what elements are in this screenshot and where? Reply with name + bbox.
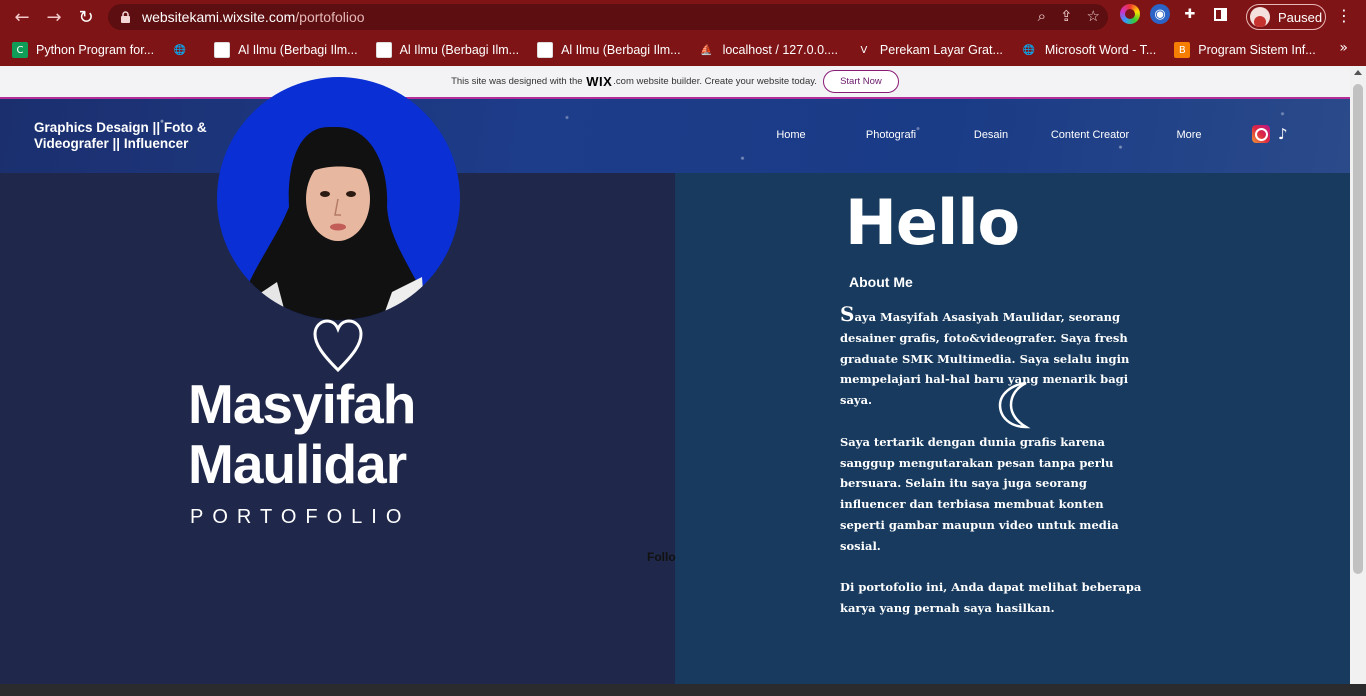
url-host: websitekami.wixsite.com bbox=[142, 9, 296, 25]
hello-heading: Hello bbox=[845, 186, 1020, 259]
bookmark-item[interactable]: 🌐 bbox=[172, 42, 196, 58]
wix-banner: This site was designed with the WIX .com… bbox=[0, 66, 1350, 99]
bookmark-label: Al Ilmu (Berbagi Ilm... bbox=[238, 43, 358, 57]
bookmarks-bar: C Python Program for... 🌐 Al Ilmu (Berbagi … bbox=[0, 34, 1366, 66]
lock-icon[interactable] bbox=[120, 10, 134, 24]
zoom-icon[interactable]: ⌕ bbox=[1038, 7, 1046, 25]
heart-icon bbox=[312, 318, 364, 379]
bio-text-1: aya Masyifah Asasiyah Maulidar, seorang … bbox=[840, 310, 1130, 408]
python-icon: C bbox=[12, 42, 28, 58]
bookmark-item[interactable]: ⛵ localhost / 127.0.0.... bbox=[699, 42, 838, 58]
drop-cap: S bbox=[840, 302, 855, 326]
bookmark-item[interactable]: V Perekam Layar Grat... bbox=[856, 42, 1003, 58]
url-text[interactable]: websitekami.wixsite.com/portofolioo bbox=[142, 9, 365, 25]
crescent-moon-icon bbox=[996, 379, 1032, 436]
bookmark-label: Perekam Layar Grat... bbox=[879, 43, 1003, 57]
social-links: ♪ bbox=[1252, 125, 1288, 143]
menu-kebab-icon[interactable]: ⋮ bbox=[1336, 6, 1352, 25]
page-icon bbox=[214, 42, 231, 58]
nav-photografi[interactable]: Photografi bbox=[822, 129, 960, 141]
bio-paragraph-1: Saya Masyifah Asasiyah Maulidar, seorang… bbox=[840, 304, 1145, 411]
nav-home[interactable]: Home bbox=[760, 129, 822, 141]
about-text: Saya Masyifah Asasiyah Maulidar, seorang… bbox=[840, 304, 1145, 640]
bookmark-item[interactable]: C Python Program for... bbox=[12, 42, 154, 58]
follow-text: Follo bbox=[647, 550, 676, 564]
scroll-thumb[interactable] bbox=[1353, 84, 1363, 574]
profile-button[interactable]: Paused bbox=[1246, 4, 1326, 30]
vpn-extension-icon[interactable]: ◉ bbox=[1150, 4, 1170, 24]
bookmark-label: localhost / 127.0.0.... bbox=[722, 43, 838, 57]
avatar bbox=[1250, 7, 1270, 27]
profile-status: Paused bbox=[1278, 9, 1323, 25]
page-icon bbox=[375, 42, 392, 58]
bookmark-label: Al Ilmu (Berbagi Ilm... bbox=[399, 43, 520, 57]
bookmark-label: Al Ilmu (Berbagi Ilm... bbox=[561, 43, 681, 57]
address-bar[interactable]: websitekami.wixsite.com/portofolioo ⌕ ⇪ … bbox=[108, 4, 1108, 30]
scroll-up-arrow-icon[interactable] bbox=[1354, 70, 1362, 75]
tiktok-icon[interactable]: ♪ bbox=[1278, 125, 1288, 143]
reload-icon[interactable]: ↻ bbox=[70, 1, 102, 33]
start-now-button[interactable]: Start Now bbox=[822, 70, 899, 93]
hero-subtitle: PORTOFOLIO bbox=[190, 506, 411, 528]
bottom-strip bbox=[0, 684, 1366, 696]
side-panel-icon[interactable] bbox=[1210, 4, 1230, 24]
nav-desain[interactable]: Desain bbox=[960, 129, 1022, 141]
bookmark-label: Program Sistem Inf... bbox=[1198, 43, 1316, 57]
site-nav: Home Photografi Desain Content Creator M… bbox=[760, 129, 1220, 141]
page-icon bbox=[537, 42, 554, 58]
phpmyadmin-icon: ⛵ bbox=[700, 44, 713, 56]
about-heading: About Me bbox=[849, 274, 913, 290]
globe-icon: 🌐 bbox=[1022, 44, 1036, 56]
site-title[interactable]: Graphics Desaign || Foto & Videografer |… bbox=[34, 120, 234, 152]
bookmark-label: Microsoft Word - T... bbox=[1044, 43, 1157, 57]
bookmark-item[interactable]: B Program Sistem Inf... bbox=[1174, 42, 1316, 58]
share-icon[interactable]: ⇪ bbox=[1060, 7, 1073, 25]
bookmark-label: Python Program for... bbox=[36, 43, 155, 57]
site-header: Graphics Desaign || Foto & Videografer |… bbox=[0, 99, 1350, 173]
url-path: /portofolioo bbox=[295, 9, 365, 25]
bio-paragraph-3: Di portofolio ini, Anda dapat melihat be… bbox=[840, 580, 1142, 616]
nav-more[interactable]: More bbox=[1158, 129, 1220, 141]
wix-banner-text: This site was designed with the bbox=[451, 76, 583, 87]
instagram-icon[interactable] bbox=[1252, 125, 1270, 143]
bio-paragraph-2: Saya tertarik dengan dunia grafis karena… bbox=[840, 434, 1119, 553]
hero-name: Masyifah Maulidar bbox=[188, 373, 416, 495]
browser-toolbar: ← → ↻ websitekami.wixsite.com/portofolio… bbox=[0, 0, 1366, 34]
bookmark-item[interactable]: Al Ilmu (Berbagi Ilm... bbox=[537, 42, 681, 58]
back-arrow-icon[interactable]: ← bbox=[6, 1, 38, 33]
bookmark-star-icon[interactable]: ☆ bbox=[1087, 7, 1100, 25]
globe-icon: 🌐 bbox=[173, 44, 187, 56]
nav-content-creator[interactable]: Content Creator bbox=[1022, 129, 1158, 141]
wix-banner-text-end: .com website builder. Create your websit… bbox=[613, 76, 817, 87]
forward-arrow-icon[interactable]: → bbox=[38, 1, 70, 33]
color-picker-extension-icon[interactable] bbox=[1120, 4, 1140, 24]
page-viewport: This site was designed with the WIX .com… bbox=[0, 66, 1366, 684]
bookmark-item[interactable]: Al Ilmu (Berbagi Ilm... bbox=[375, 42, 520, 58]
vmaker-icon: V bbox=[860, 44, 868, 56]
bookmarks-overflow-icon[interactable]: » bbox=[1339, 40, 1348, 56]
wix-logo[interactable]: WIX bbox=[586, 74, 612, 89]
bookmark-item[interactable]: 🌐 Microsoft Word - T... bbox=[1021, 42, 1157, 58]
profile-photo bbox=[217, 77, 460, 320]
bookmark-item[interactable]: Al Ilmu (Berbagi Ilm... bbox=[214, 42, 358, 58]
blogger-icon: B bbox=[1174, 42, 1191, 58]
page-scrollbar[interactable] bbox=[1350, 66, 1366, 684]
extensions-puzzle-icon[interactable]: ✚ bbox=[1180, 4, 1200, 24]
